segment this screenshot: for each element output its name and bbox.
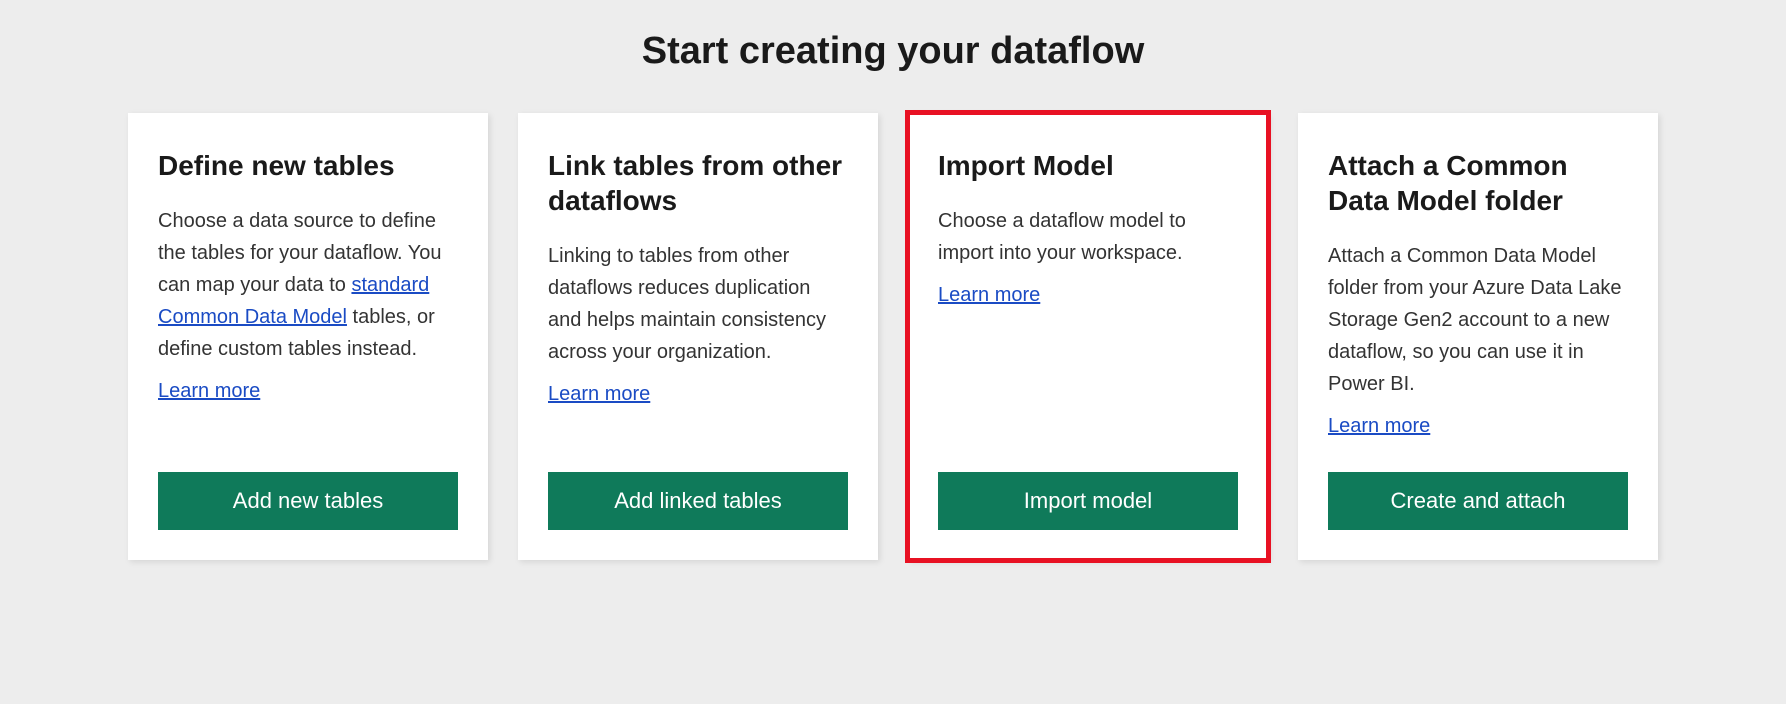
card-title: Link tables from other dataflows (548, 148, 848, 218)
card-description: Linking to tables from other dataflows r… (548, 245, 826, 363)
add-linked-tables-button[interactable]: Add linked tables (548, 472, 848, 530)
card-body: Choose a data source to define the table… (158, 205, 458, 442)
card-title: Define new tables (158, 148, 458, 183)
card-attach-cdm-folder: Attach a Common Data Model folder Attach… (1298, 113, 1658, 560)
learn-more-link[interactable]: Learn more (1328, 410, 1430, 442)
card-body: Choose a dataflow model to import into y… (938, 205, 1238, 442)
cards-container: Define new tables Choose a data source t… (20, 113, 1766, 560)
page-title: Start creating your dataflow (20, 30, 1766, 73)
import-model-button[interactable]: Import model (938, 472, 1238, 530)
learn-more-link[interactable]: Learn more (938, 279, 1040, 311)
card-body: Linking to tables from other dataflows r… (548, 240, 848, 442)
learn-more-link[interactable]: Learn more (158, 375, 260, 407)
card-description: Attach a Common Data Model folder from y… (1328, 245, 1621, 395)
card-import-model: Import Model Choose a dataflow model to … (908, 113, 1268, 560)
card-define-new-tables: Define new tables Choose a data source t… (128, 113, 488, 560)
card-title: Import Model (938, 148, 1238, 183)
card-link-tables: Link tables from other dataflows Linking… (518, 113, 878, 560)
card-description: Choose a dataflow model to import into y… (938, 210, 1186, 264)
card-body: Attach a Common Data Model folder from y… (1328, 240, 1628, 442)
create-and-attach-button[interactable]: Create and attach (1328, 472, 1628, 530)
learn-more-link[interactable]: Learn more (548, 378, 650, 410)
card-title: Attach a Common Data Model folder (1328, 148, 1628, 218)
add-new-tables-button[interactable]: Add new tables (158, 472, 458, 530)
